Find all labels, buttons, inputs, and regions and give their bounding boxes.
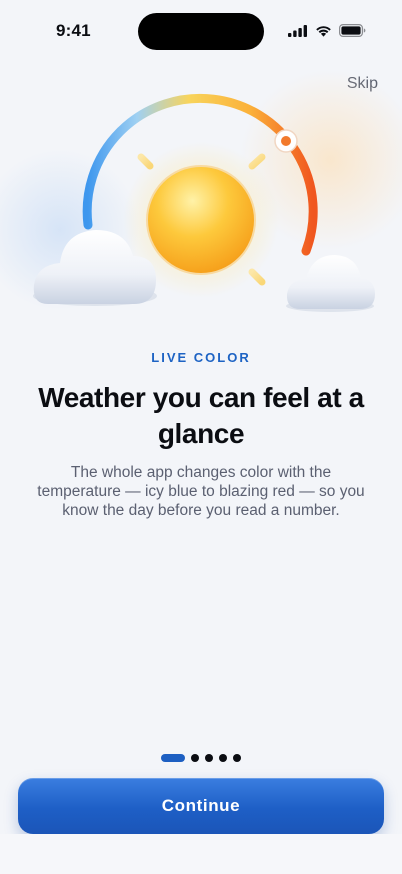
battery-icon xyxy=(339,24,366,37)
dynamic-island xyxy=(138,13,264,50)
eyebrow-label: LIVE COLOR xyxy=(151,350,251,365)
page-dot[interactable] xyxy=(191,754,199,762)
status-bar: 9:41 xyxy=(0,0,402,62)
page-description: The whole app changes color with the tem… xyxy=(37,464,365,519)
hero-illustration xyxy=(0,60,402,360)
home-indicator-area xyxy=(0,834,402,874)
status-time: 9:41 xyxy=(56,21,91,40)
cellular-signal-icon xyxy=(288,24,308,37)
page-dot[interactable] xyxy=(233,754,241,762)
onboarding-screen: 9:41 LIVE COLOR Weather you can feel at … xyxy=(0,0,402,874)
continue-button[interactable]: Continue xyxy=(18,778,384,834)
page-indicator[interactable] xyxy=(0,754,402,762)
page-title: Weather you can feel at a glance xyxy=(38,382,364,449)
page-dot[interactable] xyxy=(205,754,213,762)
page-dot-active[interactable] xyxy=(161,754,185,762)
wifi-icon xyxy=(315,25,332,37)
page-dot[interactable] xyxy=(219,754,227,762)
cloud-icon xyxy=(286,255,375,312)
status-icons xyxy=(288,24,366,37)
